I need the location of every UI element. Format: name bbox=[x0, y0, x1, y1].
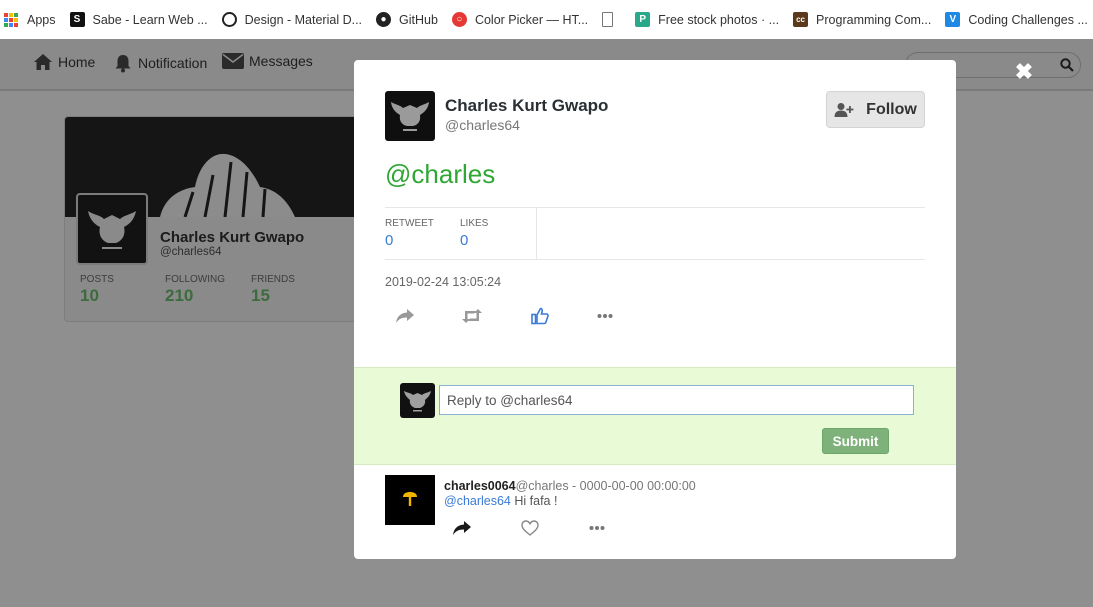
current-user-avatar bbox=[400, 383, 435, 418]
nav-notification-label: Notification bbox=[138, 55, 208, 71]
stat-value: 210 bbox=[165, 286, 194, 305]
like-button[interactable] bbox=[529, 305, 551, 327]
retweet-icon bbox=[462, 309, 482, 323]
search-icon bbox=[1060, 58, 1074, 72]
heart-icon bbox=[521, 520, 539, 536]
likes-label: LIKES bbox=[460, 218, 489, 229]
coding-challenges-icon: V bbox=[945, 12, 961, 27]
comment-text: Hi fafa ! bbox=[514, 494, 558, 508]
bookmark-label: Sabe - Learn Web ... bbox=[92, 12, 208, 27]
stat-label: POSTS bbox=[80, 274, 114, 285]
follow-button[interactable]: Follow bbox=[826, 91, 925, 128]
posts-stat[interactable]: POSTS 10 bbox=[80, 274, 114, 306]
thumbs-up-icon bbox=[531, 307, 549, 325]
envelope-icon bbox=[222, 53, 244, 69]
tweet-date: 2019-02-24 13:05:24 bbox=[385, 275, 502, 289]
bookmark-github[interactable]: ● GitHub bbox=[376, 12, 438, 27]
profile-name: Charles Kurt Gwapo bbox=[160, 229, 305, 246]
likes-count: 0 bbox=[460, 232, 469, 249]
comment-header: charles0064@charles - 0000-00-00 00:00:0… bbox=[444, 479, 696, 493]
stat-value: 10 bbox=[80, 286, 99, 305]
reply-input[interactable] bbox=[439, 385, 914, 415]
bookmark-label: Design - Material D... bbox=[244, 12, 363, 27]
comment-avatar[interactable] bbox=[385, 475, 435, 525]
bookmark-label: Apps bbox=[27, 12, 56, 27]
programming-icon: cc bbox=[793, 12, 809, 27]
retweet-stat[interactable]: RETWEET 0 bbox=[385, 218, 434, 249]
comment-body: @charles64 Hi fafa ! bbox=[444, 494, 557, 508]
retweet-label: RETWEET bbox=[385, 218, 434, 229]
bookmark-stock-photos[interactable]: P Free stock photos · ... bbox=[635, 12, 779, 27]
nav-messages[interactable]: Messages bbox=[222, 53, 313, 69]
material-icon bbox=[221, 12, 237, 27]
bell-icon bbox=[115, 55, 131, 73]
following-stat[interactable]: FOLLOWING 210 bbox=[165, 274, 225, 306]
page-icon bbox=[602, 12, 614, 27]
comment-reply-button[interactable] bbox=[451, 518, 473, 538]
author-handle: @charles64 bbox=[445, 117, 520, 133]
close-modal-button[interactable]: ✖ bbox=[1013, 61, 1035, 83]
author-name[interactable]: Charles Kurt Gwapo bbox=[445, 96, 608, 116]
author-avatar[interactable] bbox=[385, 91, 435, 141]
bookmark-apps[interactable]: Apps bbox=[4, 12, 56, 27]
tweet-text: @charles bbox=[385, 159, 496, 189]
profile-handle: @charles64 bbox=[160, 246, 222, 258]
nav-notification[interactable]: Notification bbox=[113, 53, 207, 73]
stat-label: FOLLOWING bbox=[165, 274, 226, 285]
apps-grid-icon bbox=[4, 12, 18, 27]
reply-button[interactable] bbox=[394, 306, 416, 326]
stock-photos-icon: P bbox=[635, 12, 651, 27]
comment-like-button[interactable] bbox=[519, 517, 541, 539]
bookmark-material-design[interactable]: Design - Material D... bbox=[221, 12, 363, 27]
divider bbox=[385, 259, 925, 260]
color-picker-icon: ○ bbox=[451, 12, 467, 27]
github-icon: ● bbox=[376, 12, 392, 27]
nav-home[interactable]: Home bbox=[33, 53, 95, 71]
nav-home-label: Home bbox=[58, 54, 96, 70]
reply-area: Submit bbox=[354, 367, 956, 465]
bookmark-programming[interactable]: cc Programming Com... bbox=[793, 12, 931, 27]
bookmark-label: Free stock photos · ... bbox=[658, 12, 780, 27]
bookmark-label: Color Picker — HT... bbox=[474, 12, 589, 27]
stats-divider bbox=[536, 208, 537, 259]
likes-stat[interactable]: LIKES 0 bbox=[460, 218, 488, 249]
more-options-button[interactable] bbox=[594, 306, 616, 326]
home-icon bbox=[34, 54, 52, 70]
sabe-icon: S bbox=[69, 12, 85, 27]
friends-stat[interactable]: FRIENDS 15 bbox=[251, 274, 295, 306]
ellipsis-icon bbox=[589, 526, 605, 530]
comment-more-button[interactable] bbox=[586, 518, 608, 538]
follow-label: Follow bbox=[866, 100, 917, 118]
comment-username[interactable]: charles0064 bbox=[444, 479, 516, 493]
profile-card: Charles Kurt Gwapo @charles64 POSTS 10 F… bbox=[64, 116, 364, 322]
bookmarks-bar: Apps S Sabe - Learn Web ... Design - Mat… bbox=[0, 0, 1093, 39]
nav-messages-label: Messages bbox=[249, 53, 313, 69]
avatar bbox=[76, 193, 148, 265]
comment-mention[interactable]: @charles64 bbox=[444, 494, 511, 508]
bookmark-label: Programming Com... bbox=[816, 12, 932, 27]
stat-value: 15 bbox=[251, 286, 270, 305]
comment-meta: @charles - 0000-00-00 00:00:00 bbox=[515, 479, 696, 493]
retweet-count: 0 bbox=[385, 232, 394, 249]
retweet-button[interactable] bbox=[460, 306, 484, 326]
stat-label: FRIENDS bbox=[251, 274, 295, 285]
ellipsis-icon bbox=[597, 314, 613, 318]
reply-arrow-icon bbox=[396, 309, 414, 323]
submit-button[interactable]: Submit bbox=[822, 428, 889, 454]
bookmark-label: GitHub bbox=[399, 12, 438, 27]
add-user-icon bbox=[834, 102, 854, 117]
bookmark-sabe[interactable]: S Sabe - Learn Web ... bbox=[69, 12, 208, 27]
bookmark-coding-challenges[interactable]: V Coding Challenges ... bbox=[945, 12, 1088, 27]
reply-arrow-icon bbox=[453, 521, 471, 535]
divider bbox=[385, 207, 925, 208]
bookmark-color-picker[interactable]: ○ Color Picker — HT... bbox=[451, 12, 589, 27]
bookmark-page[interactable] bbox=[602, 12, 621, 27]
bookmark-label: Coding Challenges ... bbox=[968, 12, 1088, 27]
tweet-modal: Charles Kurt Gwapo @charles64 Follow @ch… bbox=[354, 60, 956, 559]
